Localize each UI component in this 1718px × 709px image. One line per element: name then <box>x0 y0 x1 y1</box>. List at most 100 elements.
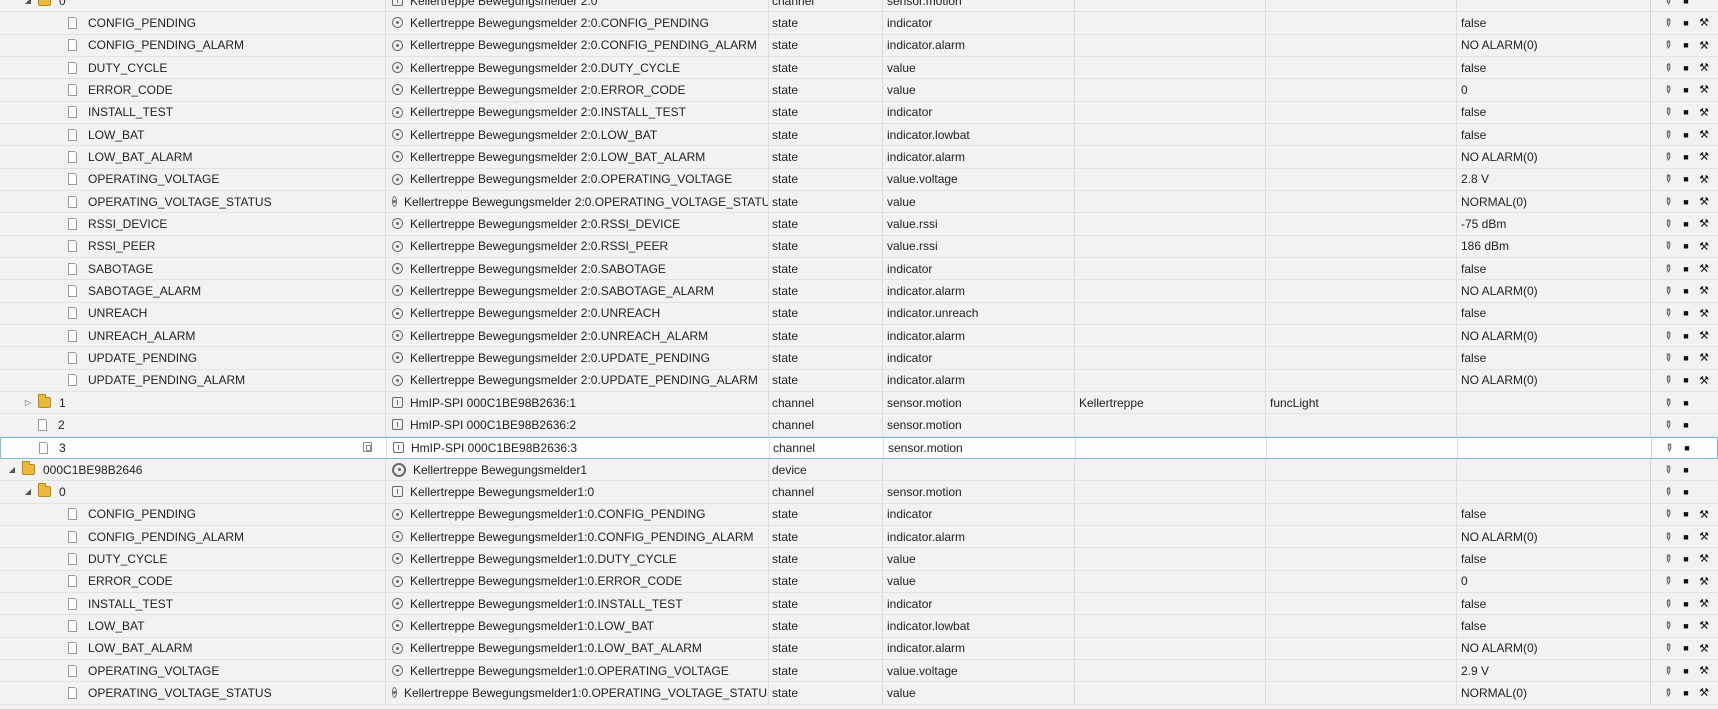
settings-wrench-icon[interactable]: ⚒ <box>1695 505 1713 523</box>
id-cell[interactable]: INSTALL_TEST <box>0 102 385 123</box>
object-value-cell[interactable]: false <box>1456 503 1650 525</box>
id-cell[interactable]: ▷ 1 <box>0 392 385 413</box>
id-cell[interactable]: DUTY_CYCLE <box>0 57 385 78</box>
settings-wrench-icon[interactable]: ⚒ <box>1695 349 1713 367</box>
table-row-state[interactable]: OPERATING_VOLTAGE Kellertreppe Bewegungsm… <box>0 168 1718 191</box>
table-row-state[interactable]: UNREACH Kellertreppe Bewegungsmelder 2:0.… <box>0 302 1718 325</box>
object-value-cell[interactable]: false <box>1456 615 1650 637</box>
object-value-cell[interactable]: false <box>1456 548 1650 570</box>
table-row-state[interactable]: LOW_BAT Kellertreppe Bewegungsmelder 2:0.… <box>0 123 1718 147</box>
copy-icon[interactable] <box>363 441 372 452</box>
object-value-cell[interactable]: false <box>1456 12 1650 34</box>
settings-wrench-icon[interactable]: ⚒ <box>1695 59 1713 77</box>
settings-wrench-icon[interactable]: ⚒ <box>1695 237 1713 255</box>
settings-wrench-icon[interactable]: ⚒ <box>1695 639 1713 657</box>
expand-right-icon[interactable]: ▷ <box>22 398 34 407</box>
object-value-cell[interactable]: 2.8 V <box>1456 168 1650 190</box>
object-value-cell[interactable] <box>1456 0 1650 12</box>
settings-wrench-icon[interactable]: ⚒ <box>1695 528 1713 546</box>
object-value-cell[interactable]: 2.9 V <box>1456 659 1650 682</box>
id-cell[interactable]: OPERATING_VOLTAGE_STATUS <box>0 191 385 212</box>
id-cell[interactable]: ◢ 0 <box>0 0 385 11</box>
table-row-state[interactable]: ERROR_CODE Kellertreppe Bewegungsmelder 2… <box>0 79 1718 102</box>
object-value-cell[interactable]: false <box>1456 347 1650 369</box>
object-value-cell[interactable] <box>1456 391 1650 414</box>
id-cell[interactable]: SABOTAGE_ALARM <box>0 280 385 301</box>
object-value-cell[interactable]: 186 dBm <box>1456 235 1650 257</box>
table-row-object[interactable]: ◢ 0 Kellertreppe Bewegungsmelder 2:0 channe… <box>0 0 1718 13</box>
id-cell[interactable]: RSSI_PEER <box>0 236 385 257</box>
id-cell[interactable]: ERROR_CODE <box>0 571 385 592</box>
settings-wrench-icon[interactable]: ⚒ <box>1695 193 1713 211</box>
object-value-cell[interactable]: false <box>1456 592 1650 615</box>
table-row-state[interactable]: OPERATING_VOLTAGE_STATUS Kellertreppe Bew… <box>0 190 1718 214</box>
table-row-state[interactable]: OPERATING_VOLTAGE_STATUS Kellertreppe Bew… <box>0 682 1718 705</box>
object-value-cell[interactable]: false <box>1456 123 1650 146</box>
table-row-state[interactable]: OPERATING_VOLTAGE Kellertreppe Bewegungsm… <box>0 659 1718 683</box>
table-row-state[interactable]: DUTY_CYCLE Kellertreppe Bewegungsmelder 2… <box>0 56 1718 80</box>
table-row-state[interactable]: CONFIG_PENDING Kellertreppe Bewegungsmeld… <box>0 503 1718 526</box>
table-row-object[interactable]: ◢ 0 Kellertreppe Bewegungsmelder1:0 channel… <box>0 481 1718 504</box>
id-cell[interactable]: LOW_BAT <box>0 124 385 145</box>
table-row-state[interactable]: CONFIG_PENDING Kellertreppe Bewegungsmeld… <box>0 12 1718 35</box>
object-value-cell[interactable]: -75 dBm <box>1456 213 1650 235</box>
object-value-cell[interactable]: NO ALARM(0) <box>1456 369 1650 391</box>
settings-wrench-icon[interactable]: ⚒ <box>1695 81 1713 99</box>
expand-down-icon[interactable]: ◢ <box>22 0 34 5</box>
id-cell[interactable]: ERROR_CODE <box>0 79 385 100</box>
id-cell[interactable]: LOW_BAT <box>0 615 385 636</box>
id-cell[interactable]: UNREACH <box>0 303 385 324</box>
table-row-state[interactable]: RSSI_DEVICE Kellertreppe Bewegungsmelder … <box>0 213 1718 236</box>
settings-wrench-icon[interactable]: ⚒ <box>1695 371 1713 389</box>
id-cell[interactable]: CONFIG_PENDING_ALARM <box>0 35 385 56</box>
id-cell[interactable]: UPDATE_PENDING_ALARM <box>0 370 385 391</box>
object-value-cell[interactable]: NO ALARM(0) <box>1456 637 1650 659</box>
object-value-cell[interactable] <box>1456 458 1650 481</box>
id-cell[interactable]: RSSI_DEVICE <box>0 213 385 234</box>
table-row-object[interactable]: 2 HmIP-SPI 000C1BE98B2636:2 channel sensor.… <box>0 414 1718 437</box>
table-row-state[interactable]: SABOTAGE Kellertreppe Bewegungsmelder 2:0… <box>0 257 1718 281</box>
expand-down-icon[interactable]: ◢ <box>6 465 18 474</box>
table-row-state[interactable]: LOW_BAT Kellertreppe Bewegungsmelder1:0.L… <box>0 615 1718 638</box>
object-value-cell[interactable]: NO ALARM(0) <box>1456 280 1650 302</box>
expand-down-icon[interactable]: ◢ <box>22 487 34 496</box>
table-row-state[interactable]: LOW_BAT_ALARM Kellertreppe Bewegungsmelde… <box>0 146 1718 169</box>
id-cell[interactable]: SABOTAGE <box>0 258 385 279</box>
settings-wrench-icon[interactable]: ⚒ <box>1695 572 1713 590</box>
settings-wrench-icon[interactable]: ⚒ <box>1695 148 1713 166</box>
settings-wrench-icon[interactable]: ⚒ <box>1695 126 1713 144</box>
settings-wrench-icon[interactable]: ⚒ <box>1695 103 1713 121</box>
table-row-object[interactable]: ▷ 1 HmIP-SPI 000C1BE98B2636:1 channel sensor… <box>0 391 1718 415</box>
id-cell[interactable]: CONFIG_PENDING_ALARM <box>0 526 385 547</box>
object-value-cell[interactable] <box>1456 414 1650 436</box>
table-row-state[interactable]: LOW_BAT_ALARM Kellertreppe Bewegungsmelde… <box>0 637 1718 660</box>
object-value-cell[interactable]: false <box>1456 56 1650 79</box>
settings-wrench-icon[interactable]: ⚒ <box>1695 260 1713 278</box>
table-row-state[interactable]: INSTALL_TEST Kellertreppe Bewegungsmelder… <box>0 101 1718 124</box>
table-row-state[interactable]: UPDATE_PENDING_ALARM Kellertreppe Bewegun… <box>0 369 1718 392</box>
settings-wrench-icon[interactable]: ⚒ <box>1695 170 1713 188</box>
table-row-state[interactable]: DUTY_CYCLE Kellertreppe Bewegungsmelder1:… <box>0 548 1718 571</box>
object-value-cell[interactable]: NO ALARM(0) <box>1456 34 1650 56</box>
table-row-state[interactable]: CONFIG_PENDING_ALARM Kellertreppe Bewegun… <box>0 525 1718 549</box>
id-cell[interactable]: ◢ 0 <box>0 481 385 502</box>
id-cell[interactable]: CONFIG_PENDING <box>0 504 385 525</box>
id-cell[interactable]: UPDATE_PENDING <box>0 347 385 368</box>
id-cell[interactable]: OPERATING_VOLTAGE <box>0 169 385 190</box>
table-row-object[interactable]: ◢ 000C1BE98B2646 Kellertreppe Bewegungsmel… <box>0 458 1718 482</box>
id-cell[interactable]: INSTALL_TEST <box>0 593 385 614</box>
object-value-cell[interactable]: NO ALARM(0) <box>1456 324 1650 347</box>
object-value-cell[interactable]: false <box>1456 257 1650 280</box>
settings-wrench-icon[interactable]: ⚒ <box>1695 36 1713 54</box>
settings-wrench-icon[interactable]: ⚒ <box>1695 282 1713 300</box>
table-row-state[interactable]: RSSI_PEER Kellertreppe Bewegungsmelder 2:… <box>0 235 1718 258</box>
object-value-cell[interactable]: NO ALARM(0) <box>1456 146 1650 168</box>
id-cell[interactable]: LOW_BAT_ALARM <box>0 146 385 167</box>
object-value-cell[interactable]: 0 <box>1456 79 1650 101</box>
settings-wrench-icon[interactable]: ⚒ <box>1695 617 1713 635</box>
settings-wrench-icon[interactable]: ⚒ <box>1695 550 1713 568</box>
id-cell[interactable]: OPERATING_VOLTAGE <box>0 660 385 681</box>
object-value-cell[interactable]: false <box>1456 302 1650 324</box>
object-value-cell[interactable]: NO ALARM(0) <box>1456 525 1650 548</box>
id-cell[interactable]: ◢ 000C1BE98B2646 <box>0 459 385 480</box>
